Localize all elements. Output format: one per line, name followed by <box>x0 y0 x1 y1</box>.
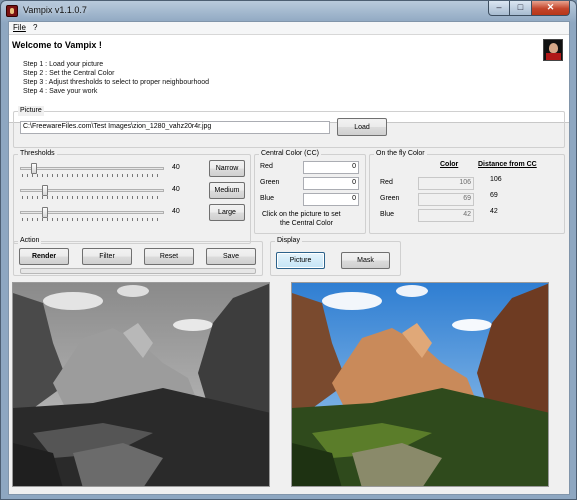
render-button[interactable]: Render <box>19 248 69 265</box>
display-group-label: Display <box>275 236 302 246</box>
threshold-value-1: 40 <box>172 164 180 171</box>
minimize-button[interactable]: – <box>488 1 510 16</box>
picture-path-field[interactable]: C:\FreewareFiles.com\Test Images\zion_12… <box>20 121 330 134</box>
cc-hint-line2: the Central Color <box>280 220 333 227</box>
slider-ticks <box>22 218 162 221</box>
slider-thumb[interactable] <box>42 207 48 218</box>
display-group: Display Picture Mask <box>270 236 401 276</box>
otf-green-field: 69 <box>418 193 474 206</box>
caption-buttons: – □ ✕ <box>488 1 570 16</box>
otf-blue-label: Blue <box>380 211 395 218</box>
window-title: Vampix v1.1.0.7 <box>23 5 87 15</box>
slider-thumb[interactable] <box>31 163 37 174</box>
cc-blue-label: Blue <box>260 195 275 202</box>
menu-help[interactable]: ? <box>33 23 37 32</box>
cc-green-field[interactable]: 0 <box>303 177 359 190</box>
load-button[interactable]: Load <box>337 118 387 136</box>
slider-thumb[interactable] <box>42 185 48 196</box>
otf-red-distance: 106 <box>490 176 502 183</box>
step-3: Step 3 : Adjust thresholds to select to … <box>23 79 210 86</box>
on-the-fly-group-label: On the fly Color <box>374 149 427 159</box>
step-1: Step 1 : Load your picture <box>23 61 104 68</box>
grayscale-preview-image[interactable] <box>12 282 270 487</box>
narrow-button[interactable]: Narrow <box>209 160 245 177</box>
otf-blue-distance: 42 <box>490 208 498 215</box>
medium-button[interactable]: Medium <box>209 182 245 199</box>
picture-view-button[interactable]: Picture <box>276 252 325 269</box>
welcome-panel: Welcome to Vampix ! Step 1 : Load your p… <box>9 35 569 123</box>
color-preview-image[interactable] <box>291 282 549 487</box>
welcome-title: Welcome to Vampix ! <box>12 40 102 50</box>
mask-view-button[interactable]: Mask <box>341 252 390 269</box>
vampix-logo-icon <box>543 39 563 61</box>
slider-ticks <box>22 196 162 199</box>
menu-bar: File ? <box>9 22 569 35</box>
action-group-label: Action <box>18 236 42 246</box>
threshold-slider-1[interactable] <box>20 163 164 177</box>
otf-red-label: Red <box>380 179 393 186</box>
close-button[interactable]: ✕ <box>532 1 570 16</box>
app-window: Vampix v1.1.0.7 – □ ✕ File ? Welcome to … <box>0 0 577 500</box>
cc-red-field[interactable]: 0 <box>303 161 359 174</box>
on-the-fly-group: On the fly Color Color Distance from CC … <box>369 149 565 234</box>
central-color-group-label: Central Color (CC) <box>259 149 321 159</box>
otf-red-field: 106 <box>418 177 474 190</box>
step-4: Step 4 : Save your work <box>23 88 98 95</box>
vampix-app-icon[interactable] <box>6 5 18 17</box>
client-area: File ? Welcome to Vampix ! Step 1 : Load… <box>8 21 570 495</box>
thresholds-group: Thresholds 40 40 40 Narrow Medium Large <box>13 149 251 244</box>
menu-file[interactable]: File <box>13 23 26 32</box>
otf-green-label: Green <box>380 195 400 202</box>
action-group: Action Render Filter Reset Save <box>13 236 263 276</box>
slider-ticks <box>22 174 162 177</box>
otf-green-distance: 69 <box>490 192 498 199</box>
threshold-value-3: 40 <box>172 208 180 215</box>
filter-button[interactable]: Filter <box>82 248 132 265</box>
central-color-group: Central Color (CC) Red 0 Green 0 Blue 0 … <box>254 149 366 234</box>
thresholds-group-label: Thresholds <box>18 149 57 159</box>
picture-group: Picture C:\FreewareFiles.com\Test Images… <box>13 106 565 148</box>
threshold-slider-2[interactable] <box>20 185 164 199</box>
reset-button[interactable]: Reset <box>144 248 194 265</box>
title-bar[interactable]: Vampix v1.1.0.7 – □ ✕ <box>1 1 576 21</box>
threshold-value-2: 40 <box>172 186 180 193</box>
cc-green-label: Green <box>260 179 280 186</box>
render-progress-bar <box>20 268 256 274</box>
slider-track <box>20 167 164 170</box>
otf-blue-field: 42 <box>418 209 474 222</box>
save-button[interactable]: Save <box>206 248 256 265</box>
large-button[interactable]: Large <box>209 204 245 221</box>
otf-distance-header: Distance from CC <box>478 161 537 168</box>
otf-color-header: Color <box>440 161 459 168</box>
cc-red-label: Red <box>260 163 273 170</box>
picture-group-label: Picture <box>18 106 44 116</box>
cc-blue-field[interactable]: 0 <box>303 193 359 206</box>
maximize-button[interactable]: □ <box>510 1 532 16</box>
cc-hint-line1: Click on the picture to set <box>262 211 341 218</box>
threshold-slider-3[interactable] <box>20 207 164 221</box>
step-2: Step 2 : Set the Central Color <box>23 70 115 77</box>
